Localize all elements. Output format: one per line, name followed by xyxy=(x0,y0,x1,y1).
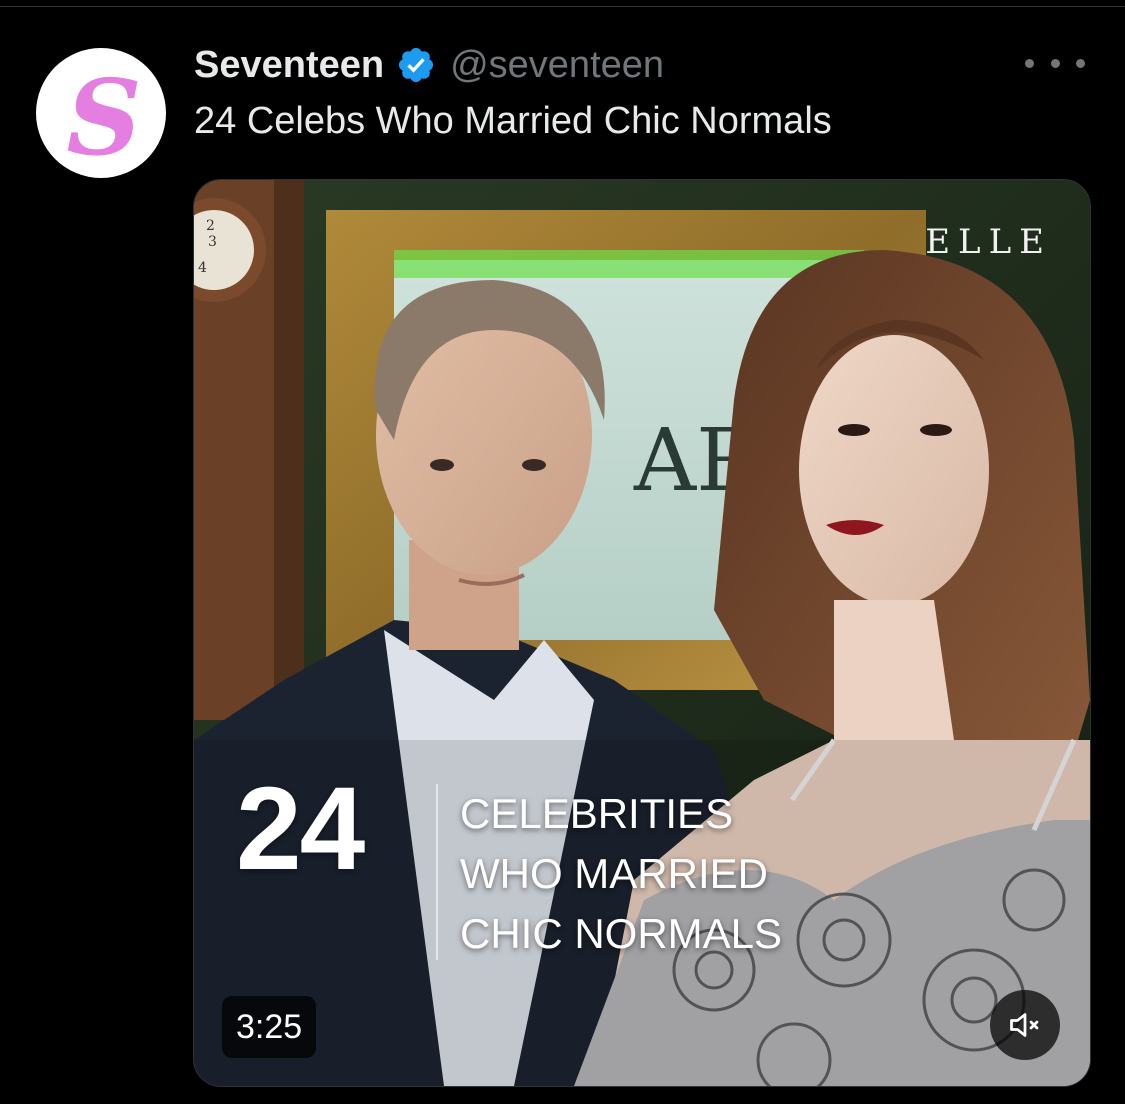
avatar-letter: S xyxy=(66,56,141,178)
clock-digit: 4 xyxy=(198,260,207,276)
overlay-caption-line: CELEBRITIES xyxy=(460,790,734,837)
tweet-text: 24 Celebs Who Married Chic Normals xyxy=(194,100,832,142)
overlay-divider xyxy=(436,784,438,960)
display-name[interactable]: Seventeen xyxy=(194,44,384,87)
mute-toggle-button[interactable] xyxy=(990,990,1060,1060)
clock-digit: 3 xyxy=(208,234,217,250)
avatar[interactable]: S xyxy=(36,48,166,178)
tweet-header: Seventeen @seventeen xyxy=(194,40,664,90)
overlay-caption: CELEBRITIES WHO MARRIED CHIC NORMALS xyxy=(460,784,782,964)
ellipsis-icon xyxy=(1050,58,1060,68)
overlay-caption-line: WHO MARRIED xyxy=(460,850,768,897)
speaker-muted-icon xyxy=(1010,1013,1039,1037)
overlay-number: 24 xyxy=(236,763,365,895)
clock-digit: 2 xyxy=(206,218,215,234)
verified-badge-icon xyxy=(399,47,434,83)
video-duration-badge: 3:25 xyxy=(222,996,317,1058)
video-player[interactable]: 2 3 4 AR ELLE 24 CELEBRITIES WHO MARRIED… xyxy=(193,179,1091,1087)
overlay-caption-line: CHIC NORMALS xyxy=(460,910,783,957)
ellipsis-icon xyxy=(1076,58,1085,68)
top-divider xyxy=(0,0,1125,7)
avatar-logo: S xyxy=(66,56,141,178)
more-options-button[interactable] xyxy=(1025,48,1085,78)
ellipsis-icon xyxy=(1025,58,1034,68)
user-handle[interactable]: @seventeen xyxy=(450,44,664,87)
watermark-elle: ELLE xyxy=(925,222,1052,262)
